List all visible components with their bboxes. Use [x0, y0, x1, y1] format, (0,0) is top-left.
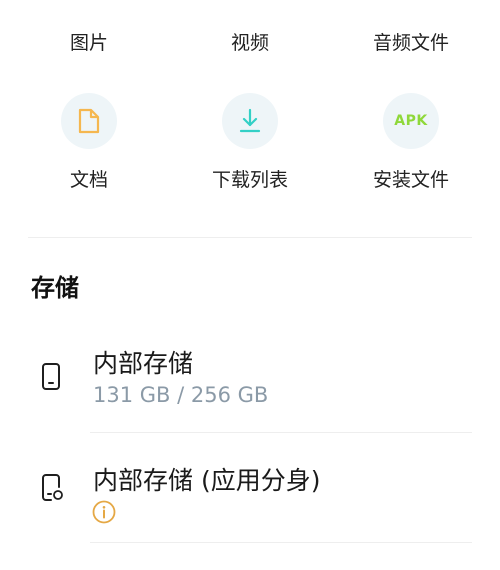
category-videos[interactable]: 视频	[170, 28, 330, 55]
category-documents[interactable]: 文档	[9, 93, 169, 193]
storage-item-usage: 131 GB / 256 GB	[93, 383, 269, 407]
category-apk-label: 安装文件	[372, 169, 449, 191]
storage-section-title: 存储	[31, 274, 79, 302]
category-apk[interactable]: APK 安装文件	[331, 93, 491, 193]
storage-item-internal[interactable]: 内部存储 131 GB / 256 GB	[0, 330, 500, 433]
category-downloads[interactable]: 下载列表	[170, 93, 330, 193]
download-icon	[222, 93, 278, 149]
category-documents-label: 文档	[69, 169, 108, 191]
category-images[interactable]: 图片	[9, 28, 169, 55]
phone-clone-icon	[38, 473, 64, 503]
category-downloads-label: 下载列表	[211, 169, 288, 191]
storage-item-internal-clone[interactable]: 内部存储 (应用分身)	[0, 433, 500, 543]
document-icon	[61, 93, 117, 149]
section-divider	[28, 237, 472, 238]
file-manager-page: 图片 视频 音频文件 文档 下载列表 APK 安装文件 存储 内部存储 131 …	[0, 0, 500, 570]
apk-icon-text: APK	[394, 113, 428, 129]
apk-icon: APK	[383, 93, 439, 149]
storage-item-divider	[90, 542, 472, 543]
category-audio[interactable]: 音频文件	[331, 28, 491, 55]
storage-item-title: 内部存储 (应用分身)	[93, 466, 321, 495]
storage-item-title: 内部存储	[93, 349, 194, 378]
category-row: 文档 下载列表 APK 安装文件	[0, 93, 500, 193]
phone-icon	[38, 362, 64, 392]
info-icon[interactable]	[92, 500, 116, 524]
category-row-top: 图片 视频 音频文件	[0, 28, 500, 54]
